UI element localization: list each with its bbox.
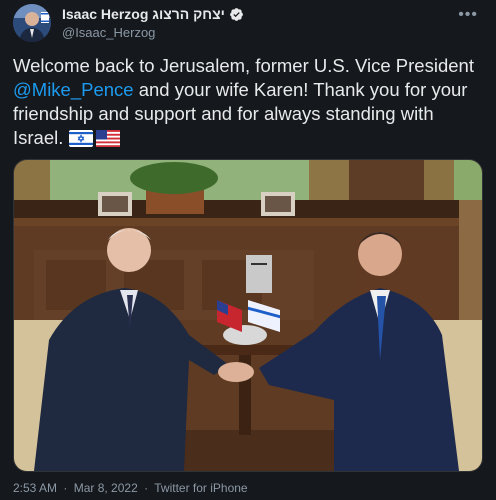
tweet-footer: 2:53 AM · Mar 8, 2022 · Twitter for iPho… [13, 481, 251, 495]
tweet-card[interactable]: Isaac Herzog יצחק הרצוג @Isaac_Herzog ••… [0, 0, 496, 500]
tweet-photo[interactable] [13, 159, 483, 472]
usa-flag-icon [95, 130, 120, 147]
verified-badge-icon [229, 7, 243, 21]
tweet-source[interactable]: Twitter for iPhone [154, 481, 247, 495]
tweet-text: Welcome back to Jerusalem, former U.S. V… [13, 54, 483, 150]
author-handle[interactable]: @Isaac_Herzog [62, 25, 155, 40]
author-display-name[interactable]: Isaac Herzog יצחק הרצוג [62, 6, 225, 22]
meeting-photo-icon [14, 160, 482, 471]
mention-link[interactable]: @Mike_Pence [13, 79, 134, 100]
author-avatar[interactable] [13, 4, 51, 42]
tweet-text-part1: Welcome back to Jerusalem, former U.S. V… [13, 55, 474, 76]
footer-separator-1: · [63, 481, 68, 495]
footer-separator-2: · [144, 481, 149, 495]
israel-flag-icon [68, 130, 93, 147]
author-name-row: Isaac Herzog יצחק הרצוג [62, 6, 244, 22]
tweet-time[interactable]: 2:53 AM [13, 481, 57, 495]
avatar-photo-icon [13, 4, 51, 42]
more-options-icon[interactable]: ••• [458, 6, 478, 24]
tweet-date[interactable]: Mar 8, 2022 [74, 481, 138, 495]
